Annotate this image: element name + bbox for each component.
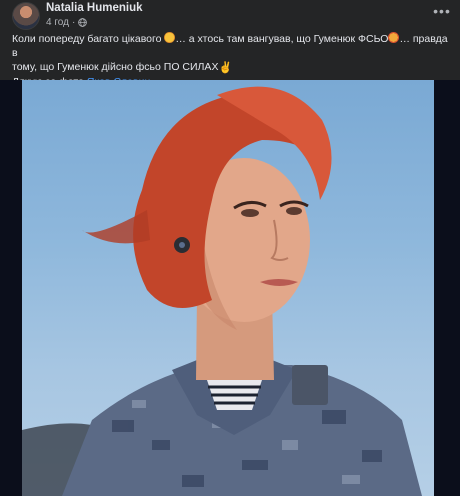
post-time[interactable]: 4 год bbox=[46, 17, 69, 28]
author-name[interactable]: Natalia Humeniuk bbox=[46, 2, 143, 14]
meta-separator: · bbox=[71, 17, 76, 28]
author-avatar[interactable] bbox=[12, 2, 40, 30]
flushed-face-icon bbox=[164, 32, 176, 43]
globe-icon bbox=[78, 18, 88, 27]
angry-face-icon bbox=[388, 32, 400, 43]
post-photo-frame[interactable] bbox=[0, 80, 460, 496]
post-photo[interactable] bbox=[22, 80, 434, 496]
post-header: Natalia Humeniuk 4 год · ••• bbox=[12, 2, 452, 30]
post-text-line-2: тому, що Гуменюк дійсно фсьо ПО СИЛАХ✌ bbox=[12, 61, 233, 74]
victory-hand-icon: ✌ bbox=[218, 62, 233, 74]
more-options-button[interactable]: ••• bbox=[432, 4, 452, 22]
post-text-line-1: Коли попереду багато цікавого … а хтось … bbox=[12, 32, 448, 59]
post-meta: 4 год · bbox=[46, 17, 88, 28]
facebook-post: Natalia Humeniuk 4 год · ••• Коли попере… bbox=[0, 0, 460, 496]
portrait-illustration bbox=[22, 86, 422, 496]
